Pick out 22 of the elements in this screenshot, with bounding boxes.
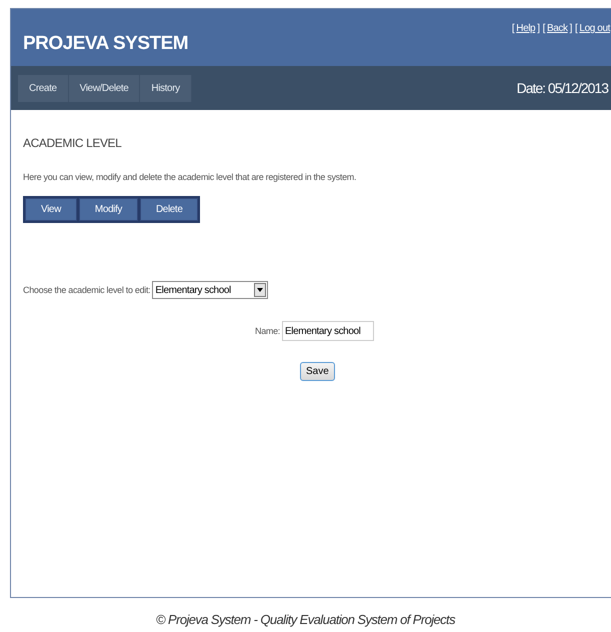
dropdown-arrow-icon (257, 288, 264, 292)
header-link[interactable]: Back (547, 23, 568, 34)
header-link[interactable]: Log out (579, 23, 610, 34)
page-description: Here you can view, modify and delete the academic level that are registered in the system. (23, 172, 358, 182)
bracket: [ (575, 23, 578, 34)
tab-button[interactable]: Modify (78, 198, 138, 221)
bracket: [ (542, 23, 545, 34)
bracket: [ (512, 23, 514, 34)
name-field[interactable]: Elementary school (282, 321, 374, 341)
app-title: PROJEVA SYSTEM (23, 33, 188, 55)
name-label: Name: (255, 326, 280, 336)
bracket: ] (537, 23, 540, 34)
bracket: ] (570, 23, 572, 34)
save-button[interactable]: Save (300, 362, 335, 381)
select-label: Choose the academic level to edit: (23, 285, 150, 295)
page-heading: ACADEMIC LEVEL (23, 136, 122, 150)
level-dropdown[interactable]: Elementary school (152, 281, 268, 299)
tab-button[interactable]: View (25, 198, 77, 221)
date-label: Date: 05/12/2013 (516, 80, 608, 96)
header-link[interactable]: Help (516, 23, 536, 34)
tab-button[interactable]: Delete (140, 198, 198, 221)
footer-text: © Projeva System - Quality Evaluation System of Projects (155, 612, 456, 627)
